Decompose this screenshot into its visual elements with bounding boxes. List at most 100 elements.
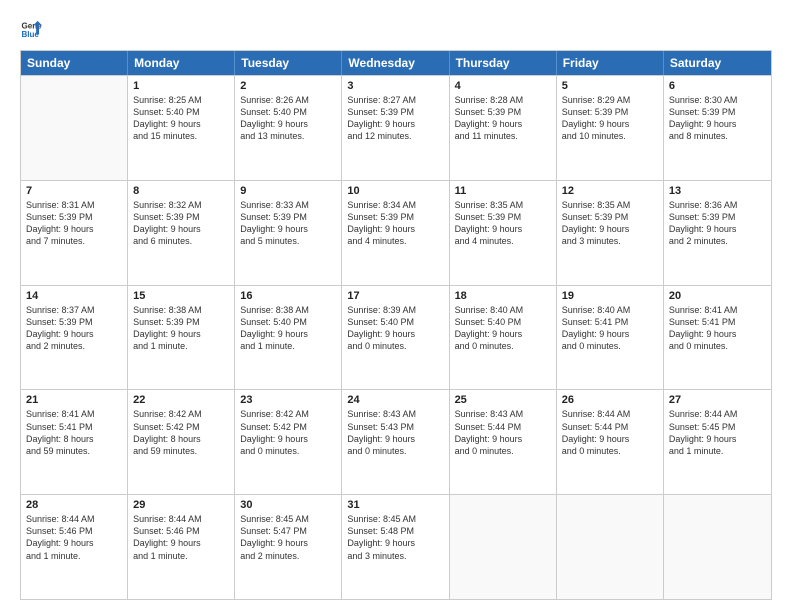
cell-line: Daylight: 9 hours [455,433,551,445]
day-number: 11 [455,185,551,197]
cell-line: Sunset: 5:46 PM [26,525,122,537]
weekday-header-tuesday: Tuesday [235,51,342,75]
day-cell-30: 30Sunrise: 8:45 AMSunset: 5:47 PMDayligh… [235,495,342,599]
day-cell-9: 9Sunrise: 8:33 AMSunset: 5:39 PMDaylight… [235,181,342,285]
day-number: 28 [26,499,122,511]
cell-line: and 0 minutes. [455,340,551,352]
cell-line: Daylight: 9 hours [347,118,443,130]
cell-line: Sunrise: 8:41 AM [26,408,122,420]
cell-line: and 0 minutes. [562,445,658,457]
day-number: 24 [347,394,443,406]
day-cell-13: 13 Sunrise: 8:36 AMSunset: 5:39 PMDayligh… [664,181,771,285]
cell-line: and 1 minute. [26,550,122,562]
cell-line: Sunrise: 8:33 AM [240,199,336,211]
cell-line: and 3 minutes. [347,550,443,562]
cell-line: Sunset: 5:39 PM [26,316,122,328]
day-number: 10 [347,185,443,197]
cell-line: Sunset: 5:43 PM [347,421,443,433]
cell-line: Sunrise: 8:41 AM [669,304,766,316]
day-number: 27 [669,394,766,406]
cell-line: Daylight: 9 hours [26,537,122,549]
cell-line: Sunset: 5:39 PM [562,211,658,223]
cell-line: Daylight: 8 hours [133,433,229,445]
day-cell-23: 23Sunrise: 8:42 AMSunset: 5:42 PMDayligh… [235,390,342,494]
cell-line: and 4 minutes. [455,235,551,247]
day-number: 9 [240,185,336,197]
day-cell-11: 11Sunrise: 8:35 AMSunset: 5:39 PMDayligh… [450,181,557,285]
cell-line: Sunset: 5:41 PM [669,316,766,328]
cell-line: Sunset: 5:39 PM [669,106,766,118]
cell-line: Daylight: 9 hours [455,223,551,235]
cell-line: and 1 minute. [133,550,229,562]
day-cell-24: 24Sunrise: 8:43 AMSunset: 5:43 PMDayligh… [342,390,449,494]
cell-line: Sunrise: 8:38 AM [240,304,336,316]
day-cell-18: 18Sunrise: 8:40 AMSunset: 5:40 PMDayligh… [450,286,557,390]
day-cell-10: 10Sunrise: 8:34 AMSunset: 5:39 PMDayligh… [342,181,449,285]
cell-line: Daylight: 9 hours [240,328,336,340]
day-cell-29: 29Sunrise: 8:44 AMSunset: 5:46 PMDayligh… [128,495,235,599]
cell-line: and 0 minutes. [669,340,766,352]
cell-line: Daylight: 9 hours [669,433,766,445]
day-number: 21 [26,394,122,406]
day-cell-1: 1Sunrise: 8:25 AMSunset: 5:40 PMDaylight… [128,76,235,180]
day-number: 20 [669,290,766,302]
cell-line: and 12 minutes. [347,130,443,142]
calendar-header: SundayMondayTuesdayWednesdayThursdayFrid… [21,51,771,75]
cell-line: Sunrise: 8:44 AM [133,513,229,525]
cell-line: and 0 minutes. [347,445,443,457]
cell-line: Sunset: 5:39 PM [669,211,766,223]
cell-line: Sunset: 5:40 PM [455,316,551,328]
cell-line: Daylight: 9 hours [562,433,658,445]
day-cell-8: 8Sunrise: 8:32 AMSunset: 5:39 PMDaylight… [128,181,235,285]
cell-line: Sunrise: 8:45 AM [347,513,443,525]
calendar-body: 1Sunrise: 8:25 AMSunset: 5:40 PMDaylight… [21,75,771,599]
day-cell-15: 15Sunrise: 8:38 AMSunset: 5:39 PMDayligh… [128,286,235,390]
cell-line: Daylight: 9 hours [133,537,229,549]
cell-line: Sunset: 5:47 PM [240,525,336,537]
day-cell-19: 19Sunrise: 8:40 AMSunset: 5:41 PMDayligh… [557,286,664,390]
day-cell-25: 25Sunrise: 8:43 AMSunset: 5:44 PMDayligh… [450,390,557,494]
day-number: 31 [347,499,443,511]
day-cell-22: 22Sunrise: 8:42 AMSunset: 5:42 PMDayligh… [128,390,235,494]
cell-line: Sunrise: 8:42 AM [133,408,229,420]
cell-line: Sunset: 5:40 PM [240,106,336,118]
calendar: SundayMondayTuesdayWednesdayThursdayFrid… [20,50,772,600]
day-number: 5 [562,80,658,92]
cell-line: Sunset: 5:40 PM [347,316,443,328]
cell-line: Sunset: 5:40 PM [240,316,336,328]
day-cell-27: 27Sunrise: 8:44 AMSunset: 5:45 PMDayligh… [664,390,771,494]
cell-line: Daylight: 9 hours [240,433,336,445]
cell-line: Sunset: 5:39 PM [562,106,658,118]
day-cell-28: 28 Sunrise: 8:44 AMSunset: 5:46 PMDayligh… [21,495,128,599]
day-number: 14 [26,290,122,302]
cell-line: and 2 minutes. [669,235,766,247]
day-number: 29 [133,499,229,511]
cell-line: Sunrise: 8:31 AM [26,199,122,211]
cell-line: Daylight: 9 hours [669,118,766,130]
weekday-header-sunday: Sunday [21,51,128,75]
cell-line: and 0 minutes. [562,340,658,352]
cell-line: Sunrise: 8:34 AM [347,199,443,211]
day-cell-26: 26Sunrise: 8:44 AMSunset: 5:44 PMDayligh… [557,390,664,494]
cell-line: and 4 minutes. [347,235,443,247]
day-number: 22 [133,394,229,406]
day-number: 13 [669,185,766,197]
empty-cell-4-5 [557,495,664,599]
empty-cell-4-6 [664,495,771,599]
day-number: 3 [347,80,443,92]
cell-line: and 0 minutes. [240,445,336,457]
cell-line: Sunset: 5:45 PM [669,421,766,433]
cell-line: Sunrise: 8:30 AM [669,94,766,106]
calendar-row-4: 21Sunrise: 8:41 AMSunset: 5:41 PMDayligh… [21,389,771,494]
cell-line: Daylight: 9 hours [133,328,229,340]
day-cell-4: 4Sunrise: 8:28 AMSunset: 5:39 PMDaylight… [450,76,557,180]
cell-line: Sunset: 5:41 PM [562,316,658,328]
cell-line: Daylight: 9 hours [669,223,766,235]
cell-line: Sunrise: 8:44 AM [26,513,122,525]
cell-line: Sunrise: 8:36 AM [669,199,766,211]
cell-line: Sunrise: 8:40 AM [562,304,658,316]
cell-line: Sunset: 5:42 PM [240,421,336,433]
day-number: 6 [669,80,766,92]
cell-line: and 5 minutes. [240,235,336,247]
cell-line: Daylight: 9 hours [240,537,336,549]
